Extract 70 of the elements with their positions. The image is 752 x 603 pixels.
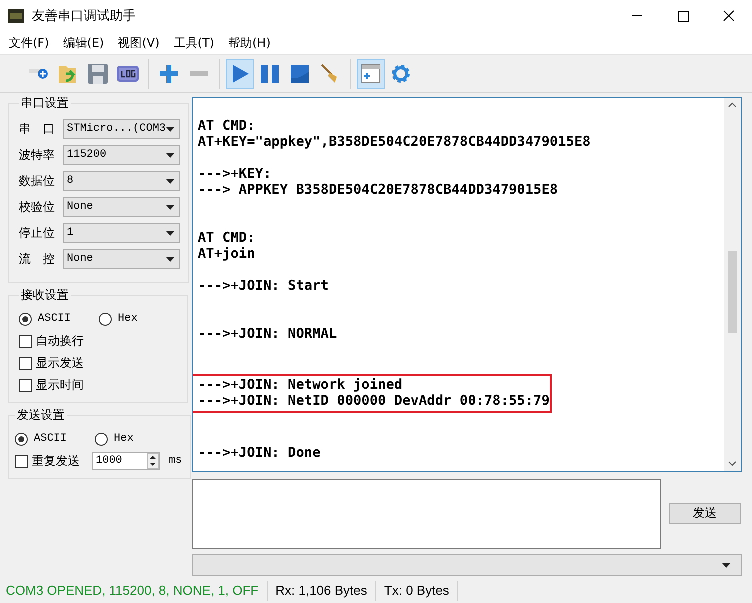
- interval-field[interactable]: 1000: [92, 452, 160, 470]
- dropdown[interactable]: 1: [63, 223, 180, 243]
- radio-button[interactable]: [99, 312, 112, 326]
- send-input[interactable]: [192, 479, 661, 550]
- window-add-icon: [359, 62, 383, 86]
- scrollbar-thumb[interactable]: [728, 251, 737, 333]
- rx-count: Rx: 1,106 Bytes: [268, 581, 376, 601]
- dropdown[interactable]: None: [63, 197, 180, 217]
- checkbox[interactable]: [19, 356, 32, 370]
- checkbox[interactable]: [19, 378, 32, 392]
- output-line: AT CMD:: [198, 118, 256, 134]
- app-icon: [8, 9, 24, 23]
- dropdown[interactable]: 115200: [63, 145, 180, 165]
- unit-label: ms: [169, 455, 182, 467]
- dropdown-arrow-icon: [166, 204, 176, 210]
- scrollbar[interactable]: [724, 98, 741, 472]
- checkbox-label: 自动换行: [36, 332, 84, 350]
- output-line: ---> APPKEY B358DE504C20E7878CB44DD3479015E8: [198, 182, 558, 198]
- output-line: AT+KEY="appkey",B358DE504C20E7878CB44DD3479015E8: [198, 134, 591, 150]
- output-line: --->+JOIN: Network joined: [198, 377, 403, 393]
- field-label: 串 口: [19, 120, 56, 138]
- dropdown[interactable]: STMicro...(COM3: [63, 119, 180, 139]
- menu-item[interactable]: 工具(T): [166, 34, 222, 52]
- radio-button[interactable]: [15, 432, 28, 446]
- dropdown[interactable]: None: [63, 249, 180, 269]
- radio-button[interactable]: [19, 312, 32, 326]
- output-line: --->+JOIN: Start: [198, 278, 329, 294]
- output-line: --->+JOIN: NORMAL: [198, 326, 338, 342]
- radio-label: Hex: [118, 313, 138, 325]
- group-title: 接收设置: [20, 287, 70, 304]
- dropdown[interactable]: 8: [63, 171, 180, 191]
- dropdown-arrow-icon: [166, 256, 176, 262]
- dropdown-arrow-icon: [166, 152, 176, 158]
- connection-status: COM3 OPENED, 115200, 8, NONE, 1, OFF: [0, 581, 268, 601]
- dropdown-arrow-icon: [166, 230, 176, 236]
- radio-label: Hex: [114, 433, 134, 445]
- send-button[interactable]: 发送: [669, 503, 741, 524]
- output-line: --->+KEY:: [198, 166, 272, 182]
- field-label: 校验位: [19, 198, 56, 216]
- group-title: 发送设置: [16, 407, 66, 424]
- output-line: --->+JOIN: NetID 000000 DevAddr 00:78:55:79: [198, 393, 550, 409]
- checkbox-label: 显示发送: [36, 354, 84, 372]
- dropdown-arrow-icon: [166, 178, 176, 184]
- output-line: AT+join: [198, 246, 256, 262]
- minus-icon: [190, 71, 208, 76]
- menu-item[interactable]: 视图(V): [111, 34, 167, 52]
- group-title: 串口设置: [20, 95, 70, 112]
- spin-arrows-icon[interactable]: [147, 453, 159, 469]
- tx-count: Tx: 0 Bytes: [376, 581, 458, 601]
- radio-label: ASCII: [34, 433, 68, 445]
- checkbox[interactable]: [19, 334, 32, 348]
- dropdown-arrow-icon: [722, 562, 731, 568]
- menu-item[interactable]: 编辑(E): [56, 34, 112, 52]
- field-label: 数据位: [19, 172, 56, 190]
- field-label: 流 控: [19, 250, 56, 268]
- new-file-icon: [28, 68, 48, 78]
- output-line: --->+JOIN: Done: [198, 445, 321, 461]
- output-line: AT CMD:: [198, 230, 256, 246]
- radio-button[interactable]: [95, 432, 108, 446]
- window-title: 友善串口调试助手: [32, 8, 136, 25]
- checkbox-label: 显示时间: [36, 376, 84, 394]
- receive-area[interactable]: [192, 97, 742, 472]
- field-label: 停止位: [19, 224, 56, 242]
- checkbox[interactable]: [15, 454, 28, 468]
- dropdown-arrow-icon: [166, 126, 176, 132]
- field-label: 波特率: [19, 146, 56, 164]
- checkbox-label: 重复发送: [32, 452, 80, 470]
- menu-item[interactable]: 帮助(H): [222, 34, 278, 52]
- menu-item[interactable]: 文件(F): [2, 34, 56, 52]
- radio-label: ASCII: [38, 313, 72, 325]
